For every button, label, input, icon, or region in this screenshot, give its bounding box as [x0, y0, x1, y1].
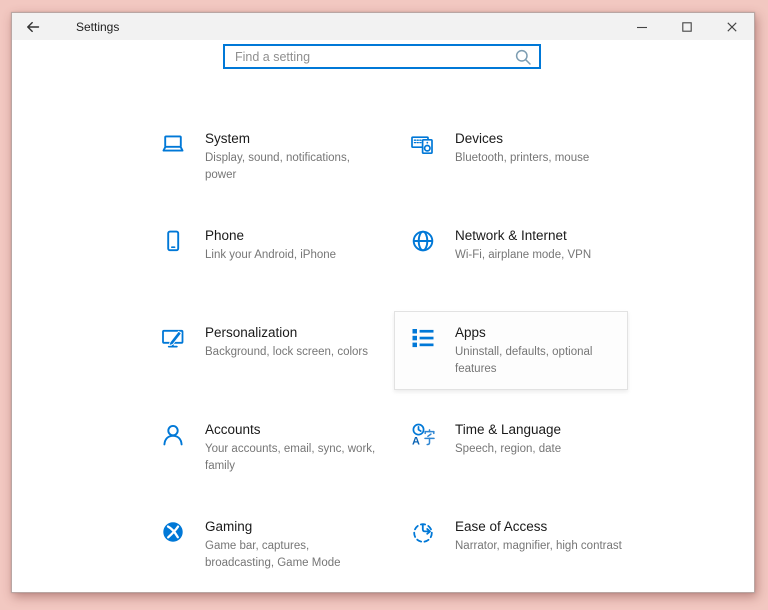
search-box [223, 44, 541, 69]
settings-tiles-grid: System Display, sound, notifications, po… [144, 117, 628, 584]
tile-title: Network & Internet [455, 228, 567, 243]
tile-time-language[interactable]: A Time & Language Speech, region, date [394, 408, 628, 487]
tile-subtitle: Wi-Fi, airplane mode, VPN [455, 249, 592, 261]
tile-system[interactable]: System Display, sound, notifications, po… [144, 117, 378, 196]
minimize-button[interactable] [619, 13, 664, 40]
tile-subtitle: Speech, region, date [455, 443, 562, 455]
tile-network-internet[interactable]: Network & Internet Wi-Fi, airplane mode,… [394, 214, 628, 293]
window-title: Settings [76, 19, 120, 34]
tile-subtitle: Game bar, captures, broadcasting, Game M… [205, 540, 341, 569]
close-icon [726, 21, 737, 32]
search-input[interactable] [235, 49, 514, 64]
laptop-icon [162, 135, 184, 152]
tile-devices[interactable]: Devices Bluetooth, printers, mouse [394, 117, 628, 196]
person-icon [163, 424, 183, 446]
maximize-button[interactable] [664, 13, 709, 40]
tile-title: Apps [455, 325, 486, 340]
tile-subtitle: Uninstall, defaults, optional features [455, 346, 593, 375]
back-button[interactable] [12, 13, 54, 40]
titlebar: Settings [12, 13, 754, 40]
tile-gaming[interactable]: Gaming Game bar, captures, broadcasting,… [144, 505, 378, 584]
smartphone-icon [167, 230, 180, 252]
tile-phone[interactable]: Phone Link your Android, iPhone [144, 214, 378, 293]
tile-subtitle: Your accounts, email, sync, work, family [205, 443, 376, 472]
globe-icon [412, 230, 434, 252]
tile-title: System [205, 131, 251, 146]
close-button[interactable] [709, 13, 754, 40]
clock-language-icon: A [412, 423, 435, 448]
tile-title: Ease of Access [455, 519, 548, 534]
tile-subtitle: Bluetooth, printers, mouse [455, 152, 590, 164]
tile-subtitle: Narrator, magnifier, high contrast [455, 540, 622, 552]
tile-title: Time & Language [455, 422, 562, 437]
settings-window: Settings System Display, sound, notifica… [11, 12, 755, 593]
tile-title: Phone [205, 228, 245, 243]
tile-apps[interactable]: Apps Uninstall, defaults, optional featu… [394, 311, 628, 390]
tile-title: Personalization [205, 325, 298, 340]
tile-personalization[interactable]: Personalization Background, lock screen,… [144, 311, 378, 390]
tile-title: Devices [455, 131, 504, 146]
svg-text:A: A [412, 436, 420, 448]
tile-accounts[interactable]: Accounts Your accounts, email, sync, wor… [144, 408, 378, 487]
tile-ease-of-access[interactable]: Ease of Access Narrator, magnifier, high… [394, 505, 628, 584]
tile-title: Gaming [205, 519, 253, 534]
app-list-icon [412, 329, 434, 348]
monitor-brush-icon [162, 329, 184, 348]
minimize-icon [636, 26, 647, 28]
back-arrow-icon [27, 21, 40, 32]
tile-title: Accounts [205, 422, 261, 437]
keyboard-speaker-icon [411, 136, 433, 155]
magnifier-icon[interactable] [514, 48, 532, 66]
xbox-icon [163, 522, 183, 542]
tile-subtitle: Display, sound, notifications, power [205, 152, 350, 181]
ease-of-access-icon [413, 523, 433, 543]
maximize-icon [681, 21, 692, 32]
tile-subtitle: Background, lock screen, colors [205, 346, 368, 358]
tile-subtitle: Link your Android, iPhone [205, 249, 337, 261]
